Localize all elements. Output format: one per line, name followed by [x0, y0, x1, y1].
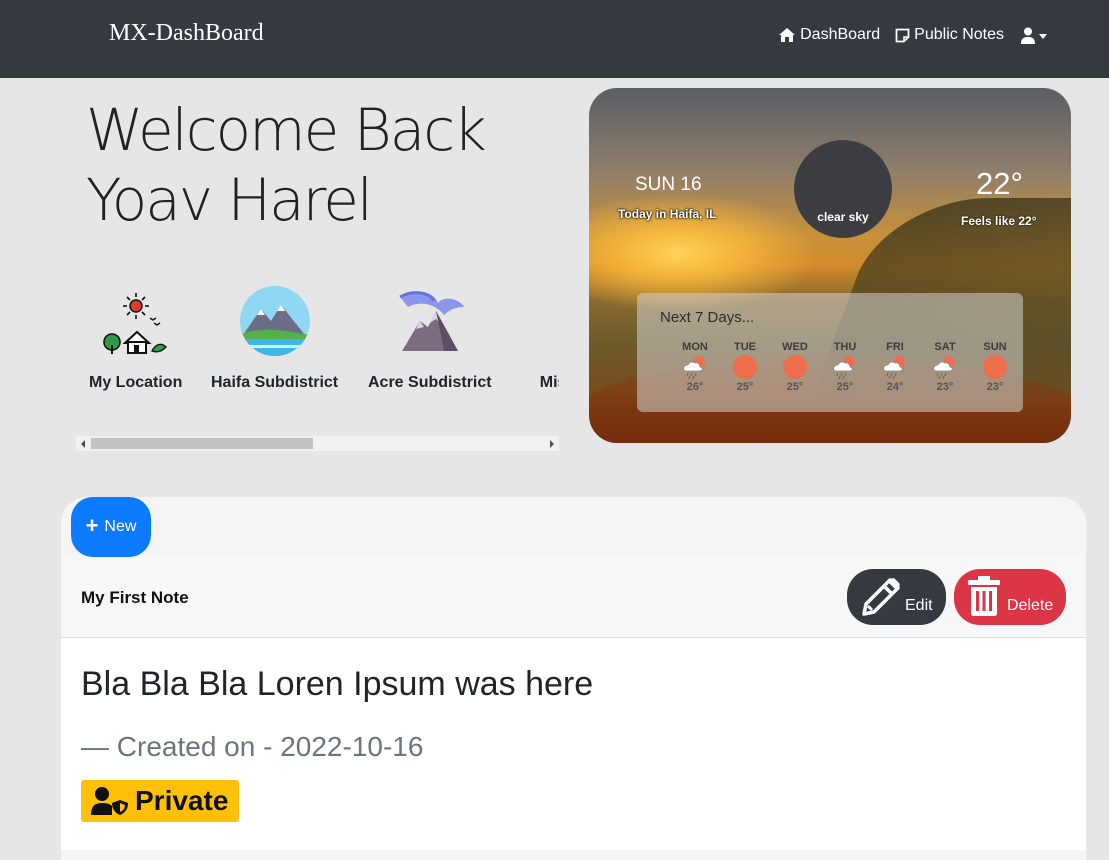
- nav-public-notes-label: Public Notes: [914, 26, 1004, 43]
- sun-icon: [732, 354, 758, 380]
- rain-cloud-icon: [932, 354, 958, 380]
- trash-icon: [968, 576, 1000, 616]
- nav-dashboard-link[interactable]: DashBoard: [778, 26, 880, 44]
- sun-icon: [782, 354, 808, 380]
- weather-feels-like: Feels like 22°: [961, 214, 1037, 228]
- location-acre-subdistrict[interactable]: Acre Subdistrict: [368, 285, 492, 392]
- nav-dashboard-label: DashBoard: [800, 26, 881, 43]
- note-created-date: — Created on - 2022-10-16: [81, 731, 424, 762]
- rain-cloud-icon: [682, 354, 708, 380]
- location-label: Misg: [539, 374, 559, 391]
- edit-label: Edit: [905, 597, 933, 614]
- forecast-day-name: TUE: [734, 341, 756, 353]
- mountain-lake-icon: [239, 286, 310, 356]
- forecast-title: Next 7 Days...: [660, 309, 755, 326]
- user-menu-dropdown[interactable]: [1020, 27, 1047, 44]
- user-shield-icon: [91, 787, 128, 815]
- pencil-icon: [862, 578, 900, 616]
- forecast-day-name: FRI: [886, 341, 904, 353]
- delete-note-button[interactable]: Delete: [954, 569, 1066, 625]
- plus-icon: +: [85, 512, 99, 538]
- scrollbar-thumb[interactable]: [91, 438, 313, 449]
- user-icon: [1021, 27, 1035, 44]
- forecast-day-name: THU: [833, 341, 857, 353]
- note-icon: [895, 28, 910, 42]
- location-haifa-subdistrict[interactable]: Haifa Subdistrict: [211, 285, 338, 392]
- forecast-day: TUE 25°: [720, 341, 770, 393]
- house-sun-icon: [102, 293, 167, 354]
- forecast-day: WED 25°: [770, 341, 820, 393]
- weather-location: Today in Haifa, IL: [618, 207, 717, 221]
- top-navbar: MX-DashBoard DashBoard Public Notes: [0, 0, 1109, 78]
- weather-temperature: 22°: [976, 166, 1023, 201]
- scroll-left-arrow-icon[interactable]: [81, 440, 85, 448]
- rain-cloud-icon: [882, 354, 908, 380]
- horizontal-scrollbar[interactable]: [76, 436, 559, 451]
- note-body-text: Bla Bla Bla Loren Ipsum was here: [81, 665, 594, 703]
- location-misg[interactable]: Misg: [522, 285, 559, 392]
- location-label: My Location: [89, 374, 183, 391]
- weather-card: SUN 16 Today in Haifa, IL clear sky 22° …: [589, 88, 1071, 443]
- nav-public-notes-link[interactable]: Public Notes: [895, 26, 1004, 44]
- forecast-day-temp: 26°: [686, 381, 704, 393]
- forecast-day-name: MON: [682, 341, 708, 353]
- weather-description: clear sky: [817, 210, 869, 224]
- welcome-line: Welcome Back: [86, 96, 487, 164]
- forecast-day: SAT 23°: [920, 341, 970, 393]
- location-label: Haifa Subdistrict: [211, 374, 339, 391]
- forecast-day-temp: 23°: [986, 381, 1004, 393]
- forecast-day: SUN 23°: [970, 341, 1020, 393]
- new-note-label: New: [104, 518, 137, 535]
- note-card-header: My First Note Edit Delete: [61, 557, 1086, 638]
- forecast-day: FRI 24°: [870, 341, 920, 393]
- sun-icon: [982, 354, 1008, 380]
- rain-cloud-icon: [832, 354, 858, 380]
- home-icon: [779, 28, 796, 42]
- forecast-panel: Next 7 Days... MON 26° TUE 25° WED 25° THU 25° F…: [637, 293, 1023, 412]
- forecast-day: MON 26°: [670, 341, 720, 393]
- forecast-day-temp: 25°: [786, 381, 804, 393]
- forecast-day-temp: 24°: [886, 381, 904, 393]
- mountain-peak-icon: [399, 291, 464, 351]
- forecast-day-name: SAT: [934, 341, 956, 353]
- note-card-body: Bla Bla Bla Loren Ipsum was here — Creat…: [61, 638, 1086, 850]
- location-label: Acre Subdistrict: [368, 374, 492, 391]
- forecast-day-temp: 25°: [836, 381, 854, 393]
- user-name: Yoav Harel: [86, 166, 373, 234]
- location-my-location[interactable]: My Location: [89, 285, 182, 392]
- welcome-heading: Welcome Back Yoav Harel: [86, 95, 566, 235]
- forecast-days: MON 26° TUE 25° WED 25° THU 25° FRI 24° SAT 23° SUN 2…: [670, 341, 1020, 393]
- chevron-down-icon: [1039, 34, 1047, 39]
- privacy-badge: Private: [81, 780, 240, 822]
- forecast-day-name: SUN: [983, 341, 1007, 353]
- new-note-button[interactable]: + New: [71, 497, 151, 557]
- nav-links: DashBoard Public Notes: [763, 26, 1047, 44]
- delete-label: Delete: [1007, 597, 1054, 614]
- privacy-badge-label: Private: [135, 785, 229, 816]
- forecast-day: THU 25°: [820, 341, 870, 393]
- brand-title[interactable]: MX-DashBoard: [109, 20, 264, 47]
- forecast-day-temp: 23°: [936, 381, 954, 393]
- locations-scroller: My Location Haifa Subdistrict Acre Subdi…: [76, 285, 559, 405]
- forecast-day-temp: 25°: [736, 381, 754, 393]
- weather-day: SUN 16: [635, 174, 702, 195]
- truncated-location-icon: [522, 285, 559, 357]
- note-title: My First Note: [81, 588, 189, 607]
- forecast-day-name: WED: [782, 341, 808, 353]
- scroll-right-arrow-icon[interactable]: [550, 440, 554, 448]
- edit-note-button[interactable]: Edit: [847, 569, 946, 625]
